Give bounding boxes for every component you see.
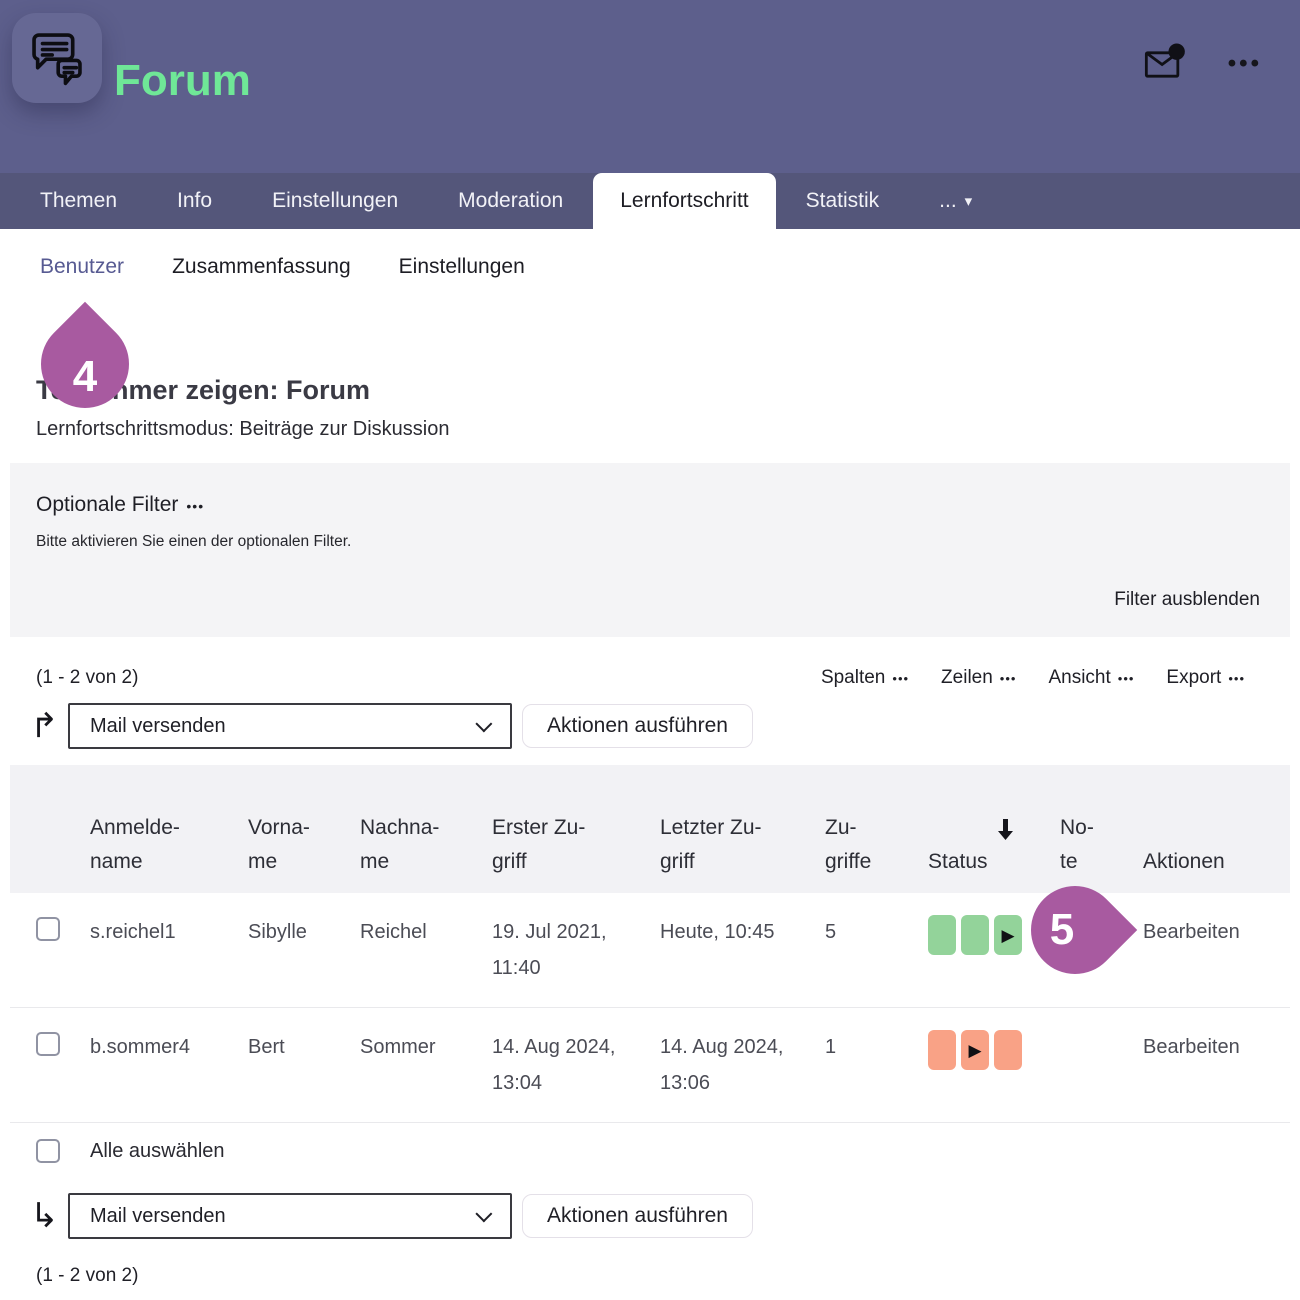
progress-block [928,1030,956,1070]
cell-anmeldename: b.sommer4 [90,1008,248,1086]
ellipsis-icon: ••• [186,498,204,514]
tab-lernfortschritt[interactable]: Lernfortschritt [593,173,775,229]
col-anmeldename[interactable]: Anmelde- name [90,811,248,879]
progress-block [961,915,989,955]
table-row: b.sommer4 Bert Sommer 14. Aug 2024, 13:0… [10,1008,1290,1123]
cell-note [1060,1008,1143,1050]
play-icon: ▶ [968,1042,981,1059]
page-subtitle: Lernfortschrittsmodus: Beiträge zur Disk… [36,418,1300,441]
rows-menu[interactable]: Zeilen••• [941,667,1016,689]
col-nachname[interactable]: Nachna- me [360,811,492,879]
cell-erster-zugriff: 19. Jul 2021, 11:40 [492,893,660,1007]
tab-more[interactable]: ... ▾ [909,173,1002,229]
participants-table: Anmelde- name Vorna- me Nachna- me Erste… [10,765,1290,1123]
cell-nachname: Sommer [360,1008,492,1086]
ellipsis-icon: ••• [1000,671,1017,686]
col-erster-zugriff[interactable]: Erster Zu- griff [492,811,660,879]
col-note[interactable]: No- te [1060,811,1143,879]
forum-chat-icon [12,13,102,103]
table-header-row: Anmelde- name Vorna- me Nachna- me Erste… [10,765,1290,893]
progress-block [994,1030,1022,1070]
execute-actions-button-bottom[interactable]: Aktionen ausführen [522,1194,753,1238]
filter-menu[interactable]: Optionale Filter••• [36,493,1260,517]
table-row: s.reichel1 Sibylle Reichel 19. Jul 2021,… [10,893,1290,1008]
bearbeiten-link[interactable]: Bearbeiten [1143,1008,1290,1086]
col-aktionen: Aktionen [1143,845,1290,879]
cell-letzter-zugriff: Heute, 10:45 [660,893,825,971]
filter-panel: Optionale Filter••• Bitte aktivieren Sie… [10,463,1290,637]
cell-vorname: Bert [248,1008,360,1086]
page-app-title: Forum [114,56,251,106]
select-all-checkbox[interactable] [36,1139,60,1163]
subtab-zusammenfassung[interactable]: Zusammenfassung [172,255,351,279]
result-count-top: (1 - 2 von 2) [36,667,138,689]
tab-bar: Themen Info Einstellungen Moderation Ler… [0,173,1300,229]
filter-hint: Bitte aktivieren Sie einen der optionale… [36,533,1260,551]
ellipsis-icon[interactable]: ••• [1228,44,1262,84]
col-zugriffe[interactable]: Zu- griffe [825,811,928,879]
cell-letzter-zugriff: 14. Aug 2024, 13:06 [660,1008,825,1122]
bulk-action-select-top[interactable]: Mail versenden [68,703,512,749]
cell-note [1060,893,1143,935]
execute-actions-button-top[interactable]: Aktionen ausführen [522,704,753,748]
row-checkbox[interactable] [36,917,60,941]
view-menu[interactable]: Ansicht••• [1048,667,1134,689]
learning-progress-bar: ▶ [928,1008,1060,1070]
sort-desc-icon [997,783,1014,879]
progress-block [928,915,956,955]
hide-filter-link[interactable]: Filter ausblenden [1114,589,1260,610]
subtab-einstellungen[interactable]: Einstellungen [399,255,525,279]
result-count-bottom: (1 - 2 von 2) [36,1265,1300,1287]
ellipsis-icon: ••• [892,671,909,686]
learning-progress-bar: ▶ [928,893,1060,955]
apply-to-selection-arrow-icon: ↱ [30,706,68,746]
col-letzter-zugriff[interactable]: Letzter Zu- griff [660,811,825,879]
tab-themen[interactable]: Themen [10,173,147,229]
tab-info[interactable]: Info [147,173,242,229]
cell-anmeldename: s.reichel1 [90,893,248,971]
bulk-action-select-bottom[interactable]: Mail versenden [68,1193,512,1239]
col-status[interactable]: Status [928,783,1060,879]
chevron-down-icon [475,1205,492,1222]
tab-moderation[interactable]: Moderation [428,173,593,229]
play-icon: ▶ [1001,927,1014,944]
bearbeiten-link[interactable]: Bearbeiten [1143,893,1290,971]
subtab-benutzer[interactable]: Benutzer [40,255,124,279]
cell-nachname: Reichel [360,893,492,971]
columns-menu[interactable]: Spalten••• [821,667,909,689]
col-vorname[interactable]: Vorna- me [248,811,360,879]
page-title: Teilnehmer zeigen: Forum [36,375,1300,406]
table-view-menus: Spalten••• Zeilen••• Ansicht••• Export••… [821,667,1245,689]
cell-erster-zugriff: 14. Aug 2024, 13:04 [492,1008,660,1122]
ellipsis-icon: ••• [1118,671,1135,686]
cell-zugriffe: 5 [825,893,928,971]
subtab-bar: Benutzer Zusammenfassung Einstellungen [0,229,1300,279]
cell-vorname: Sibylle [248,893,360,971]
cell-zugriffe: 1 [825,1008,928,1086]
progress-block: ▶ [994,915,1022,955]
apply-to-selection-arrow-icon: ↳ [30,1196,68,1236]
tab-statistik[interactable]: Statistik [776,173,910,229]
ellipsis-icon: ••• [1228,671,1245,686]
select-all-label: Alle auswählen [90,1140,225,1163]
row-checkbox[interactable] [36,1032,60,1056]
mail-unread-icon[interactable] [1144,42,1186,85]
app-header: Forum ••• [0,0,1300,173]
page: Forum ••• Themen Info Einstellungen Mode… [0,0,1300,1300]
export-menu[interactable]: Export••• [1166,667,1245,689]
tab-einstellungen[interactable]: Einstellungen [242,173,428,229]
chevron-down-icon: ▾ [965,192,973,210]
chevron-down-icon [475,715,492,732]
progress-block: ▶ [961,1030,989,1070]
